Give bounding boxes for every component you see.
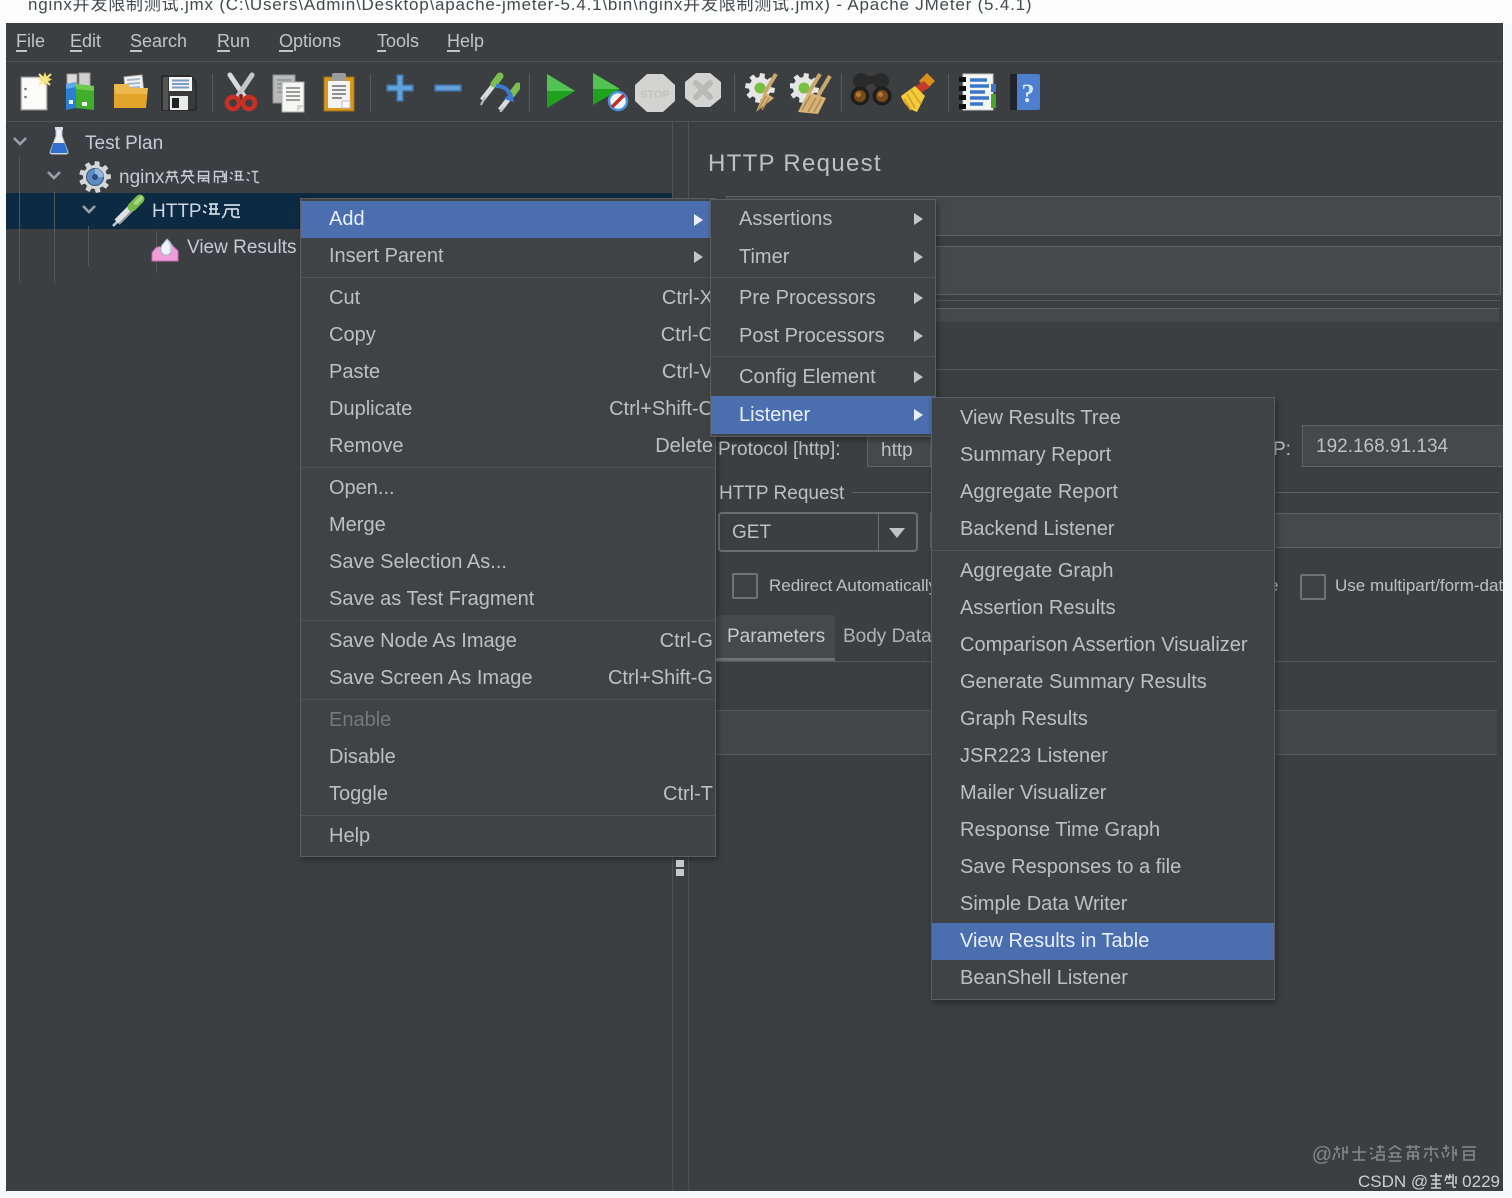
svg-text:STOP: STOP <box>640 89 670 101</box>
svg-text:?: ? <box>1022 79 1035 108</box>
